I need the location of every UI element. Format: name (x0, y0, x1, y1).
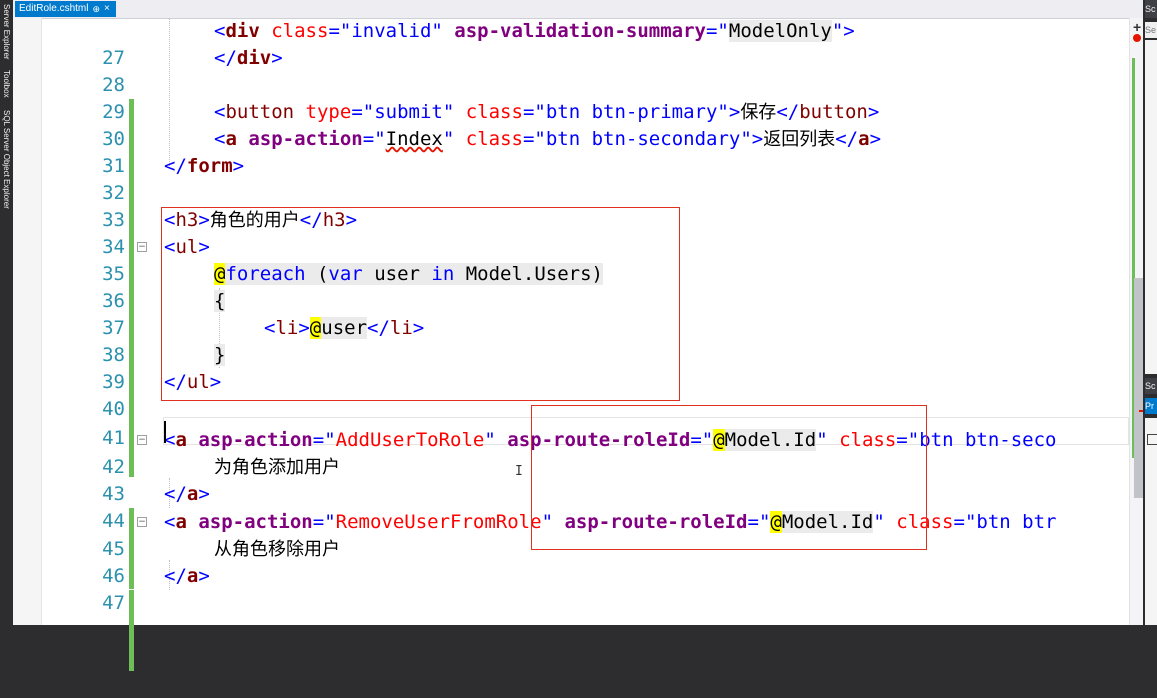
code-line: 46 从角色移除用户 (13, 536, 1117, 644)
tab-title: EditRole.cshtml (19, 3, 89, 14)
code-line: 31 <a asp-action="Index" class="btn btn-… (13, 126, 1117, 234)
code-line: 39 } (13, 342, 1117, 450)
tool-tab-server-explorer[interactable]: Server Explorer (1, 4, 12, 60)
categorized-icon[interactable] (1147, 434, 1157, 445)
panel-body-2 (1145, 418, 1157, 625)
pin-icon[interactable]: ⊕ (92, 1, 100, 17)
panel-header-2: Sc (1145, 378, 1157, 394)
link-text: 为角色添加用户 (214, 457, 340, 478)
code-line: 30 <button type="submit" class="btn btn-… (13, 99, 1117, 207)
code-line: 43 为角色添加用户 (13, 454, 1117, 562)
error-marker-icon (1133, 34, 1141, 42)
code-line: 36 @foreach (var user in Model.Users) (13, 261, 1117, 369)
code-line: 37 { (13, 288, 1117, 396)
solution-explorer-panel: Sc Se Sc Pr (1143, 0, 1157, 625)
code-line: 32 </form> (13, 153, 1117, 261)
text-caret (164, 421, 166, 443)
code-line: 34 <h3>角色的用户</h3> (13, 207, 1117, 315)
code-line: 44 </a> (13, 481, 1117, 589)
panel-search-input[interactable]: Se (1145, 22, 1157, 38)
tool-tab-toolbox[interactable]: Toolbox (1, 70, 12, 98)
change-bar (129, 644, 134, 671)
code-line: 28 </div> (13, 45, 1117, 153)
code-line: 35 − <ul> (13, 234, 1117, 342)
change-bar (129, 590, 134, 617)
link-text: 从角色移除用户 (214, 539, 340, 560)
collapse-icon[interactable]: − (137, 435, 147, 445)
document-tab-bar: EditRole.cshtml ⊕ × (13, 0, 1143, 19)
code-line: 41 (13, 398, 1117, 449)
line-number: 47 (102, 592, 125, 614)
split-plus-icon[interactable]: + (1133, 20, 1141, 34)
code-editor: EditRole.cshtml ⊕ × 27 <div class="inval… (13, 0, 1148, 671)
tool-window-strip: Server Explorer Toolbox SQL Server Objec… (0, 0, 13, 625)
panel-body (1145, 40, 1157, 374)
code-line: 29 (13, 72, 1117, 180)
code-line: 42 − <a asp-action="AddUserToRole" asp-r… (13, 427, 1117, 535)
close-icon[interactable]: × (104, 1, 110, 17)
document-tab-editrole[interactable]: EditRole.cshtml ⊕ × (15, 1, 116, 17)
collapse-icon[interactable]: − (137, 242, 147, 252)
code-line: 33 (13, 180, 1117, 288)
ibeam-cursor-icon: I (515, 464, 523, 479)
panel-header: Sc (1145, 0, 1157, 18)
code-line: 47 </a> (13, 563, 1117, 671)
code-line: 40 </ul> (13, 369, 1117, 477)
change-bar (129, 617, 134, 644)
collapse-icon[interactable]: − (137, 517, 147, 527)
code-area[interactable]: 27 <div class="invalid" asp-validation-s… (13, 18, 1129, 671)
code-line: 38 <li>@user</li> (13, 315, 1117, 423)
properties-tab[interactable]: Pr (1145, 398, 1157, 414)
tool-tab-sql-server-object-explorer[interactable]: SQL Server Object Explorer (1, 110, 12, 209)
code-line: 27 <div class="invalid" asp-validation-s… (13, 18, 1117, 126)
code-line: 45 − <a asp-action="RemoveUserFromRole" … (13, 509, 1117, 617)
